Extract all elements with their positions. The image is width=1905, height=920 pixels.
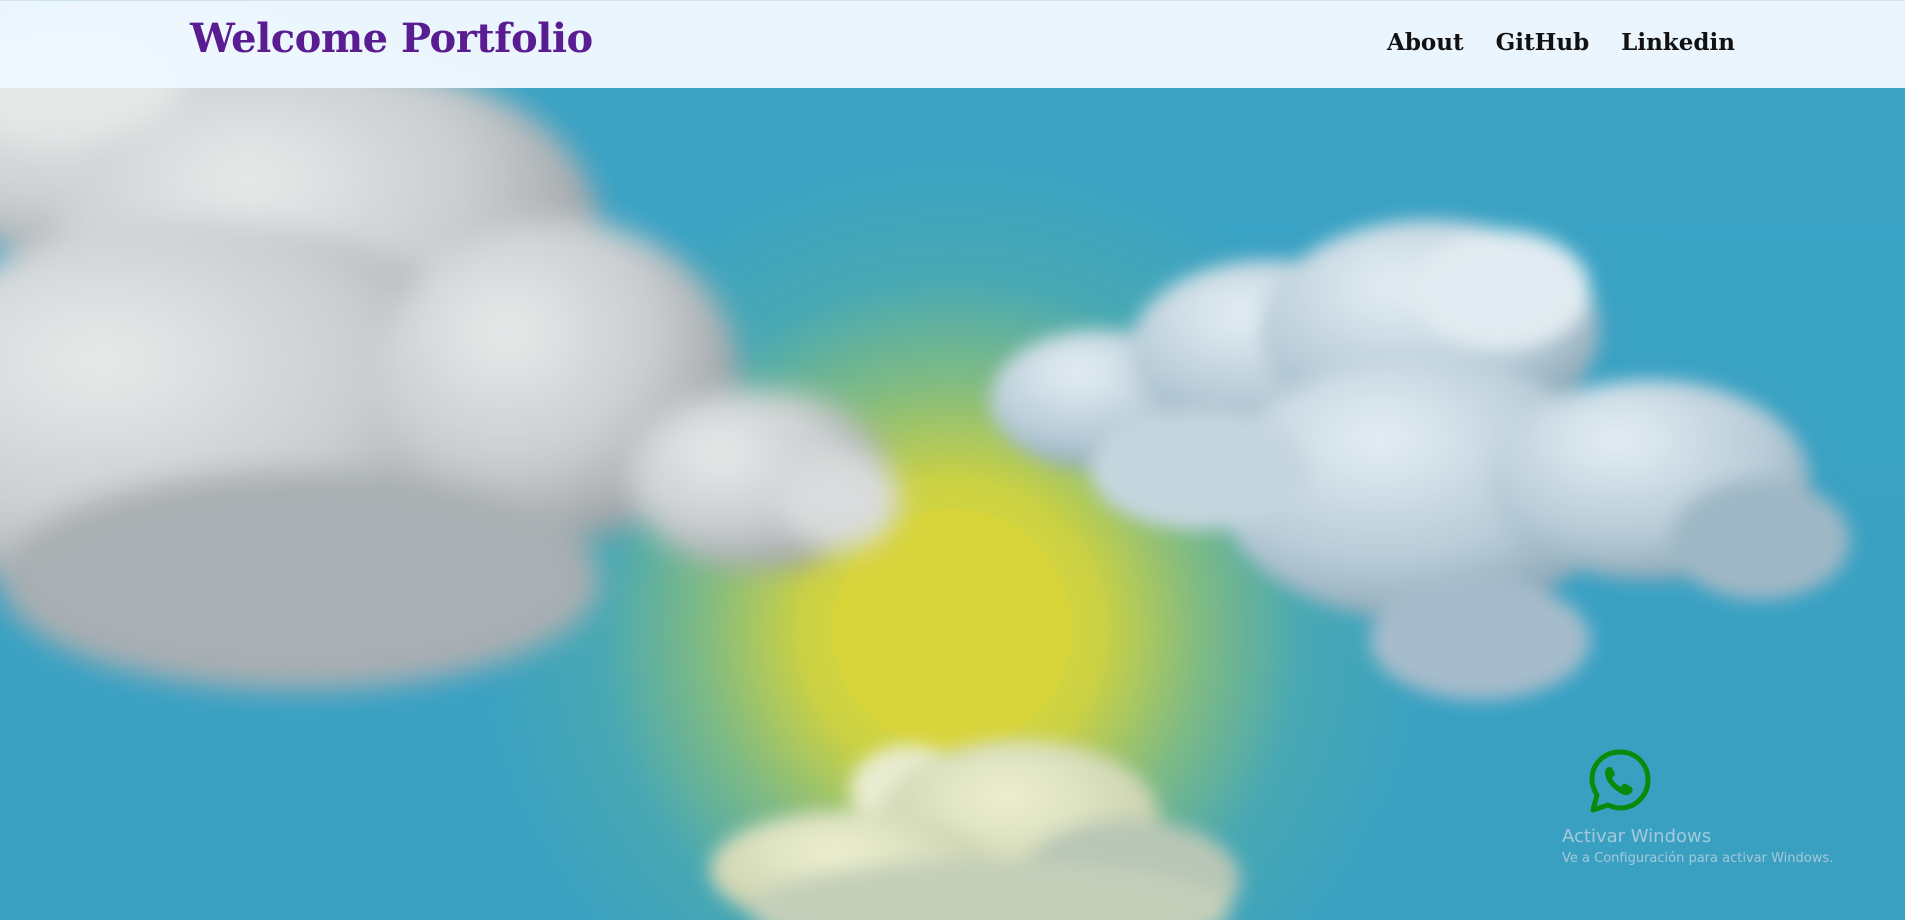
nav-link-linkedin[interactable]: Linkedin <box>1621 29 1735 56</box>
site-header: Welcome Portfolio About GitHub Linkedin <box>0 0 1905 88</box>
bottom-cloud <box>710 740 1240 920</box>
main-nav: About GitHub Linkedin <box>1387 29 1735 56</box>
page: Welcome Portfolio About GitHub Linkedin … <box>0 0 1905 920</box>
nav-link-github[interactable]: GitHub <box>1496 29 1590 56</box>
watermark-subtitle: Ve a Configuración para activar Windows. <box>1562 851 1834 866</box>
brand-title[interactable]: Welcome Portfolio <box>190 15 593 62</box>
watermark-title: Activar Windows <box>1562 826 1712 847</box>
left-cloud <box>0 10 900 690</box>
windows-activation-watermark: Activar Windows Ve a Configuración para … <box>1562 826 1833 868</box>
whatsapp-icon <box>1589 749 1651 813</box>
whatsapp-button[interactable] <box>1587 748 1653 814</box>
right-cloud <box>990 220 1850 700</box>
nav-link-about[interactable]: About <box>1387 29 1464 56</box>
